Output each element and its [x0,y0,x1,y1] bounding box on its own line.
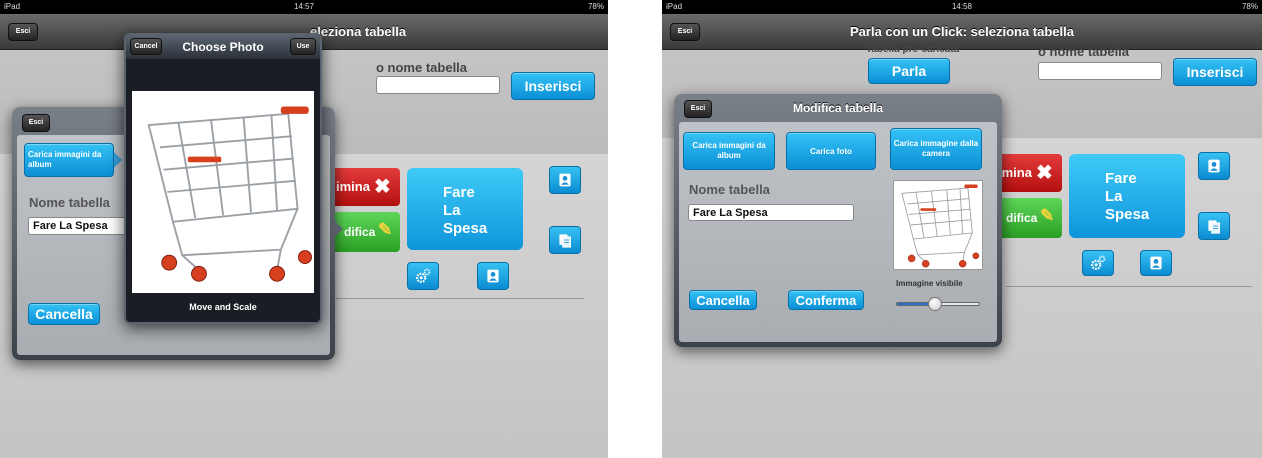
status-bar: iPad 14:58 78% [662,0,1262,14]
popover-body: Carica immagini da album Carica foto Car… [679,122,997,342]
documents-icon [557,232,573,248]
add-person-button[interactable] [549,166,581,194]
gears-icon [414,267,432,285]
person-icon [1148,255,1164,271]
settings-button[interactable] [1082,250,1114,276]
popover-name-input[interactable]: Fare La Spesa [28,217,130,235]
visible-image-slider[interactable] [896,296,980,312]
tile-line-2: La [1105,188,1123,205]
settings-button[interactable] [407,262,439,290]
delete-label: imina [998,165,1032,180]
delete-label: imina [336,179,370,194]
divider [336,298,584,299]
popover-pointer [335,221,343,237]
edit-table-popover: Esci Modifica tabella Carica immagini da… [674,94,1002,347]
load-album-button[interactable]: Carica immagini da album [683,132,775,170]
delete-button[interactable]: imina ✖ [330,168,400,206]
status-bar: iPad 14:57 78% [0,0,608,14]
popover-name-input[interactable]: Fare La Spesa [688,204,854,221]
confirm-button[interactable]: Conferma [788,290,864,310]
visible-image-label: Immagine visibile [896,279,963,288]
cancel-button[interactable]: Cancella [28,303,100,325]
delete-button[interactable]: imina ✖ [992,154,1062,192]
popover-title: Modifica tabella [792,101,884,115]
photo-preview[interactable] [132,91,314,293]
load-camera-button[interactable]: Carica immagine dalla camera [890,128,982,170]
pencil-icon: ✎ [1040,206,1055,225]
documents-icon [1206,218,1222,234]
popover-name-label: Nome tabella [29,195,110,210]
clock: 14:57 [293,2,315,11]
battery-level: 78% [587,2,604,11]
esci-button[interactable]: Esci [8,23,38,41]
tile-line-2: La [443,202,461,219]
profile-button[interactable] [1140,250,1172,276]
choose-photo-dialog: Cancel Choose Photo Use Move and Scale [124,33,322,324]
chooser-toolbar: Cancel Choose Photo Use [126,35,320,59]
tile-line-3: Spesa [1105,206,1150,223]
pencil-icon: ✎ [378,220,393,239]
person-icon [557,172,573,188]
preloaded-label: Tabella pre-caricata [866,44,960,55]
battery-level: 78% [1241,2,1258,11]
table-tile[interactable]: Fare La Spesa [1069,154,1185,238]
copy-button[interactable] [549,226,581,254]
tile-line-1: Fare [1105,170,1137,187]
add-person-button[interactable] [1198,152,1230,180]
image-thumbnail[interactable] [893,180,983,270]
left-screen: iPad 14:57 78% Esci eleziona tabella o n… [0,0,608,458]
copy-button[interactable] [1198,212,1230,240]
table-name-input[interactable] [1038,62,1162,80]
insert-button[interactable]: Inserisci [511,72,595,100]
table-name-input[interactable] [376,76,500,94]
close-icon: ✖ [1036,162,1053,184]
popover-esci-button[interactable]: Esci [22,114,50,132]
edit-label: difica [344,225,376,239]
insert-button[interactable]: Inserisci [1173,58,1257,86]
popover-name-label: Nome tabella [689,182,770,197]
person-icon [1206,158,1222,174]
gears-icon [1089,254,1107,272]
load-photo-button[interactable]: Carica foto [786,132,876,170]
clock: 14:58 [951,2,973,11]
name-label: o nome tabella [1038,44,1130,59]
table-tile[interactable]: Fare La Spesa [407,168,523,250]
nav-bar: Esci Parla con un Click: seleziona tabel… [662,14,1262,50]
person-icon [485,268,501,284]
slider-knob[interactable] [928,297,942,311]
move-scale-hint: Move and Scale [189,302,257,312]
name-label: o nome tabella [376,60,468,75]
nav-title: eleziona tabella [310,24,407,39]
profile-button[interactable] [477,262,509,290]
tile-line-1: Fare [443,184,475,201]
load-album-button[interactable]: Carica immagini da album [24,143,114,177]
cancel-button[interactable]: Cancella [689,290,757,310]
edit-button[interactable]: difica ✎ [992,198,1062,238]
chooser-use-button[interactable]: Use [290,38,316,55]
selection-arrow [114,152,122,168]
right-screen: iPad 14:58 78% Esci Parla con un Click: … [662,0,1262,458]
close-icon: ✖ [374,176,391,198]
shopping-cart-image [894,181,982,269]
shopping-cart-image [132,91,318,293]
nav-title: Parla con un Click: seleziona tabella [850,24,1074,39]
tile-line-3: Spesa [443,220,488,237]
divider [1006,286,1252,287]
edit-label: difica [1006,211,1038,225]
speak-button[interactable]: Parla [868,58,950,84]
